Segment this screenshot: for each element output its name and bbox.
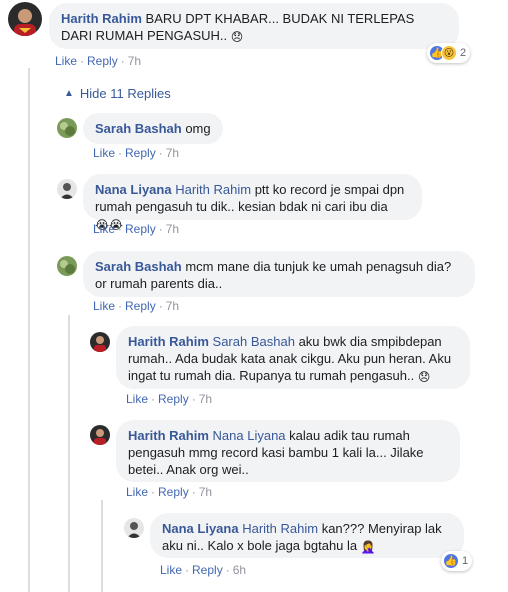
like-button[interactable]: Like xyxy=(126,392,148,406)
reply-button[interactable]: Reply xyxy=(125,299,156,313)
mention-link[interactable]: Harith Rahim xyxy=(242,521,318,536)
avatar[interactable] xyxy=(57,256,77,276)
thread-line xyxy=(101,500,103,592)
reply-button[interactable]: Reply xyxy=(192,563,223,577)
avatar[interactable] xyxy=(124,518,144,538)
comment-author[interactable]: Harith Rahim xyxy=(128,334,209,349)
comment-bubble: Harith Rahim BARU DPT KHABAR... BUDAK NI… xyxy=(49,3,459,49)
avatar[interactable] xyxy=(90,332,110,352)
reaction-summary[interactable]: 👍 1 xyxy=(441,551,473,571)
comment-actions: Like · Reply · 7h xyxy=(126,485,213,499)
like-button[interactable]: Like xyxy=(55,54,77,68)
comment-author[interactable]: Sarah Bashah xyxy=(95,121,182,136)
sad-face-emoji: 😞 xyxy=(417,370,431,384)
like-button[interactable]: Like xyxy=(126,485,148,499)
mention-link[interactable]: Nana Liyana xyxy=(213,428,286,443)
comment-timestamp[interactable]: 6h xyxy=(233,563,246,577)
comment-text: omg xyxy=(185,121,211,136)
comment-timestamp[interactable]: 7h xyxy=(199,392,212,406)
comment-timestamp[interactable]: 7h xyxy=(166,299,179,313)
comment-timestamp[interactable]: 7h xyxy=(166,222,179,236)
sad-face-emoji: 😞 xyxy=(230,30,244,44)
comment-timestamp[interactable]: 7h xyxy=(199,485,212,499)
comment-actions: Like · Reply · 7h xyxy=(93,299,180,313)
like-button[interactable]: Like xyxy=(160,563,182,577)
wow-reaction-icon: 😮 xyxy=(441,45,457,61)
like-button[interactable]: Like xyxy=(93,299,115,313)
chevron-up-icon: ▲ xyxy=(64,88,74,99)
comment-bubble: Harith Rahim Nana Liyana kalau adik tau … xyxy=(116,420,460,482)
comment-author[interactable]: Harith Rahim xyxy=(128,428,209,443)
comment-actions: Like · Reply · 7h xyxy=(126,392,213,406)
comment-actions: Like · Reply · 7h xyxy=(93,146,180,160)
comment-author[interactable]: Nana Liyana xyxy=(162,521,239,536)
like-reaction-icon: 👍 xyxy=(443,553,459,569)
comment-bubble: Sarah Bashah omg xyxy=(83,113,223,144)
reply-button[interactable]: Reply xyxy=(125,146,156,160)
comment-bubble: Harith Rahim Sarah Bashah aku bwk dia sm… xyxy=(116,326,470,389)
comment-bubble: Nana Liyana Harith Rahim ptt ko record j… xyxy=(83,174,422,232)
reply-button[interactable]: Reply xyxy=(87,54,118,68)
hide-replies-label: Hide 11 Replies xyxy=(79,86,171,101)
comment-timestamp[interactable]: 7h xyxy=(128,54,141,68)
reply-button[interactable]: Reply xyxy=(158,485,189,499)
comment-author[interactable]: Sarah Bashah xyxy=(95,259,182,274)
comment-timestamp[interactable]: 7h xyxy=(166,146,179,160)
comment-author[interactable]: Harith Rahim xyxy=(61,11,142,26)
avatar[interactable] xyxy=(8,2,42,36)
mention-link[interactable]: Sarah Bashah xyxy=(213,334,295,349)
avatar[interactable] xyxy=(57,179,77,199)
facepalm-emoji: 🤦‍♀️ xyxy=(360,540,376,554)
comment-bubble: Nana Liyana Harith Rahim kan??? Menyirap… xyxy=(150,513,464,558)
hide-replies-toggle[interactable]: ▲ Hide 11 Replies xyxy=(64,86,171,101)
comment-actions: Like · Reply · 7h xyxy=(93,222,180,236)
thread-line xyxy=(28,68,30,592)
reaction-count: 2 xyxy=(460,47,467,59)
reaction-count: 1 xyxy=(462,555,469,567)
comment-author[interactable]: Nana Liyana xyxy=(95,182,172,197)
like-button[interactable]: Like xyxy=(93,146,115,160)
like-button[interactable]: Like xyxy=(93,222,115,236)
reply-button[interactable]: Reply xyxy=(158,392,189,406)
reaction-summary[interactable]: 👍 😮 2 xyxy=(427,43,471,63)
comment-actions: Like · Reply · 6h xyxy=(160,563,247,577)
comment-bubble: Sarah Bashah mcm mane dia tunjuk ke umah… xyxy=(83,251,475,297)
avatar[interactable] xyxy=(57,118,77,138)
mention-link[interactable]: Harith Rahim xyxy=(175,182,251,197)
thread-line xyxy=(68,315,70,592)
avatar[interactable] xyxy=(90,425,110,445)
reply-button[interactable]: Reply xyxy=(125,222,156,236)
comment-actions: Like · Reply · 7h xyxy=(55,54,142,68)
